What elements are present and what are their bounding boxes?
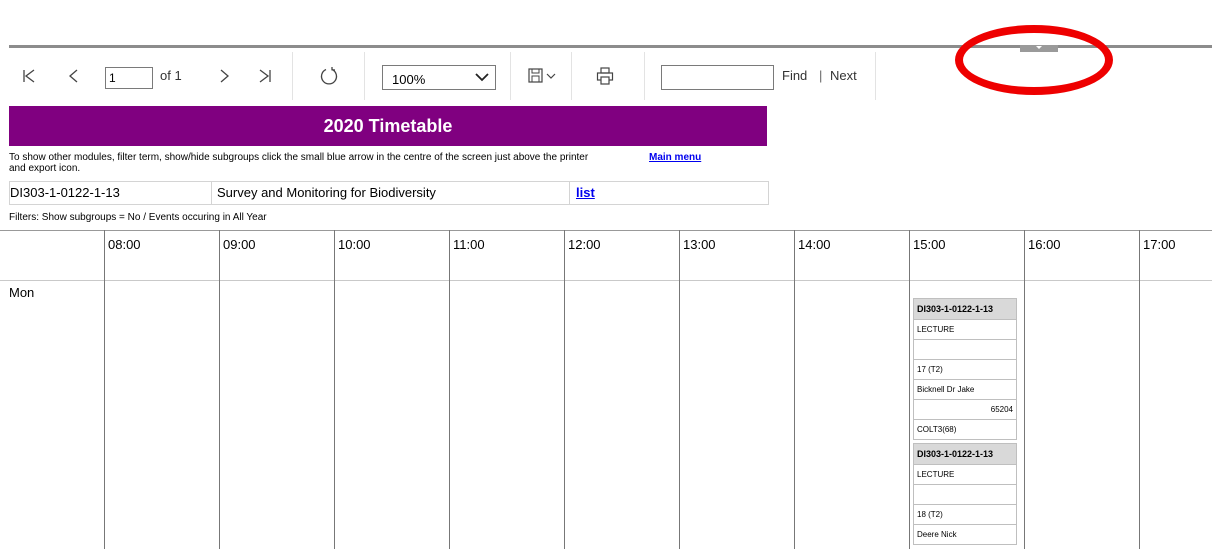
toolbar-separator	[292, 52, 293, 100]
printer-icon	[596, 67, 614, 85]
hour-header: 14:00	[798, 237, 831, 252]
find-next-link[interactable]: Next	[830, 52, 857, 100]
timetable-event[interactable]: DI303-1-0122-1-13 LECTURE 18 (T2) Deere …	[913, 443, 1017, 549]
refresh-button[interactable]	[309, 52, 349, 100]
event-number: 65204	[913, 400, 1017, 420]
toolbar-separator	[364, 52, 365, 100]
hour-header: 15:00	[913, 237, 946, 252]
hour-column-line	[909, 230, 910, 549]
module-code: DI303-1-0122-1-13	[10, 182, 212, 204]
event-staff: Deere Nick	[913, 525, 1017, 545]
refresh-icon	[320, 67, 338, 85]
save-icon	[528, 68, 556, 83]
find-input[interactable]	[661, 65, 774, 90]
toolbar-separator	[571, 52, 572, 100]
next-page-button[interactable]	[207, 52, 243, 100]
event-blank	[913, 340, 1017, 360]
zoom-value: 100%	[392, 72, 426, 87]
event-weeks: 17 (T2)	[913, 360, 1017, 380]
main-menu-link[interactable]: Main menu	[649, 152, 701, 163]
hour-column-line	[1139, 230, 1140, 549]
zoom-select[interactable]: 100%	[382, 65, 496, 90]
timetable-event[interactable]: DI303-1-0122-1-13 LECTURE 17 (T2) Bickne…	[913, 298, 1017, 440]
previous-page-button[interactable]	[53, 52, 93, 100]
instructions-text: To show other modules, filter term, show…	[9, 152, 589, 174]
hour-column-line	[564, 230, 565, 549]
day-label-mon: Mon	[9, 285, 35, 300]
event-weeks: 18 (T2)	[913, 505, 1017, 525]
page-number-input[interactable]	[105, 67, 153, 89]
grid-top-line	[0, 230, 1212, 231]
hour-column-line	[334, 230, 335, 549]
event-type: LECTURE	[913, 465, 1017, 485]
find-link[interactable]: Find	[782, 52, 807, 100]
first-page-button[interactable]	[9, 52, 49, 100]
hour-header: 11:00	[453, 237, 485, 252]
toolbar-separator	[875, 52, 876, 100]
toolbar-separator	[644, 52, 645, 100]
toolbar-separator	[510, 52, 511, 100]
hour-header: 17:00	[1143, 237, 1176, 252]
hour-header: 13:00	[683, 237, 716, 252]
hour-column-line	[219, 230, 220, 549]
print-button[interactable]	[585, 52, 625, 100]
chevron-right-icon	[220, 69, 229, 83]
hour-header: 08:00	[108, 237, 141, 252]
last-page-button[interactable]	[245, 52, 285, 100]
hour-header: 12:00	[568, 237, 601, 252]
hour-header: 10:00	[338, 237, 371, 252]
filters-text: Filters: Show subgroups = No / Events oc…	[9, 212, 267, 223]
hour-column-line	[679, 230, 680, 549]
export-button[interactable]	[521, 52, 565, 100]
report-title: 2020 Timetable	[9, 106, 767, 146]
event-staff: Bicknell Dr Jake	[913, 380, 1017, 400]
hour-column-line	[794, 230, 795, 549]
first-page-icon	[23, 69, 35, 83]
grid-row-line	[0, 280, 1212, 281]
hour-header: 16:00	[1028, 237, 1061, 252]
find-separator: |	[819, 68, 823, 83]
event-type: LECTURE	[913, 320, 1017, 340]
list-link[interactable]: list	[576, 182, 595, 204]
page-count-label: of 1	[160, 68, 182, 83]
chevron-down-icon	[475, 73, 489, 82]
hour-header: 09:00	[223, 237, 256, 252]
hour-column-line	[1024, 230, 1025, 549]
event-module-code: DI303-1-0122-1-13	[913, 443, 1017, 465]
last-page-icon	[259, 69, 271, 83]
event-module-code: DI303-1-0122-1-13	[913, 298, 1017, 320]
hour-column-line	[449, 230, 450, 549]
event-room: COLT3(68)	[913, 420, 1017, 440]
event-blank	[913, 485, 1017, 505]
module-title: Survey and Monitoring for Biodiversity	[212, 182, 570, 204]
module-info-row: DI303-1-0122-1-13 Survey and Monitoring …	[9, 181, 769, 205]
chevron-left-icon	[69, 69, 78, 83]
hour-column-line	[104, 230, 105, 549]
report-toolbar: of 1 100% Find | Next	[9, 52, 1212, 100]
